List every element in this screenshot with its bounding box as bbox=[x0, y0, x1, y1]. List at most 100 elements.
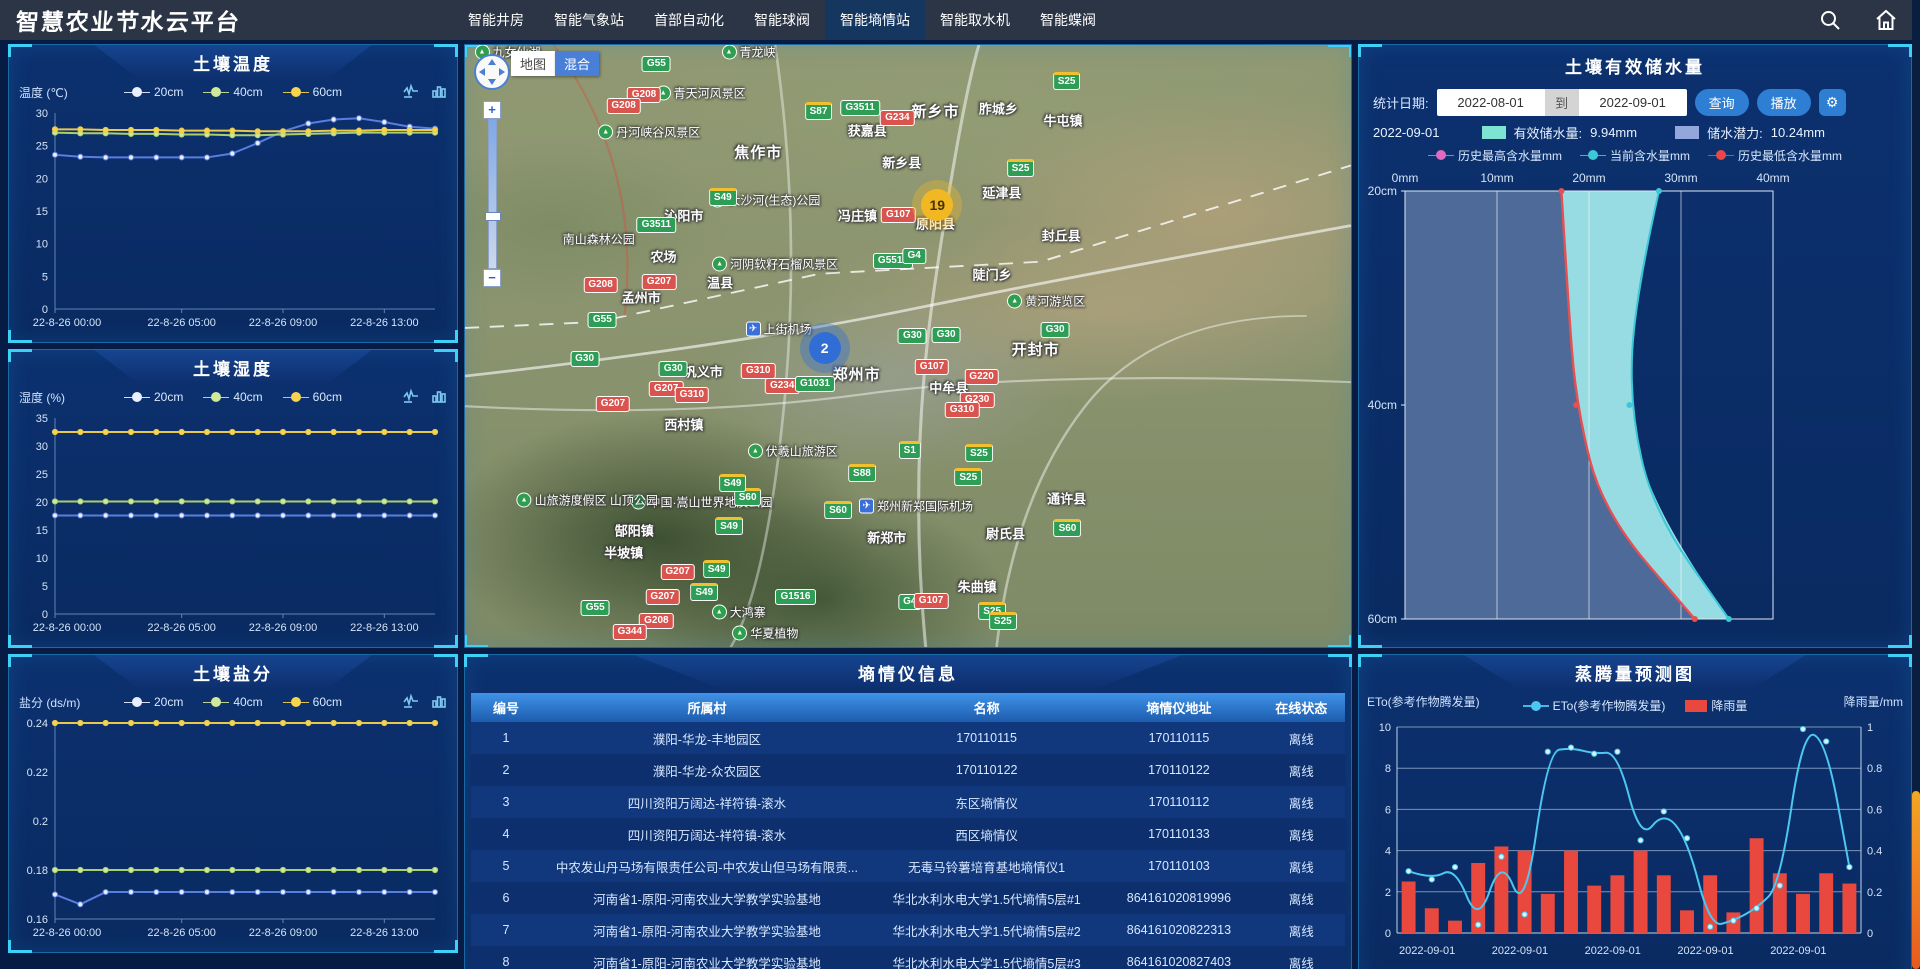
table-row[interactable]: 8河南省1-原阳-河南农业大学教学实验基地华北水利水电大学1.5代墒情5层#38… bbox=[471, 946, 1345, 969]
station-cluster-marker[interactable]: 19 bbox=[921, 189, 953, 221]
map-label: ▲青天河风景区 bbox=[656, 84, 746, 101]
airport-marker-icon[interactable]: ✈ bbox=[859, 498, 874, 513]
airport-marker-icon[interactable]: ✈ bbox=[746, 322, 761, 337]
play-button[interactable]: 播放 bbox=[1757, 89, 1811, 116]
svg-text:20: 20 bbox=[36, 497, 48, 509]
main-nav: 智能井房智能气象站首部自动化智能球阀智能墒情站智能取水机智能蝶阀 bbox=[453, 0, 1111, 40]
legend-item[interactable]: 历史最高含水量mm bbox=[1428, 147, 1562, 164]
legend-item[interactable]: ETo(参考作物腾发量) bbox=[1523, 697, 1666, 714]
soil-hum-title: 土壤湿度 bbox=[193, 355, 273, 380]
svg-text:0.16: 0.16 bbox=[27, 914, 48, 926]
legend-item[interactable]: 历史最低含水量mm bbox=[1708, 147, 1842, 164]
zoom-out-button[interactable]: − bbox=[483, 269, 501, 287]
scenic-marker-icon[interactable]: ▲ bbox=[748, 444, 763, 459]
query-button[interactable]: 查询 bbox=[1695, 89, 1749, 116]
bar-chart-icon[interactable] bbox=[431, 83, 447, 99]
nav-item-0[interactable]: 智能井房 bbox=[453, 0, 539, 40]
table-row[interactable]: 1濮阳-华龙-丰地园区170110115170110115离线 bbox=[471, 722, 1345, 754]
table-cell: 离线 bbox=[1258, 882, 1345, 914]
svg-text:35: 35 bbox=[36, 413, 48, 425]
table-row[interactable]: 7河南省1-原阳-河南农业大学教学实验基地华北水利水电大学1.5代墒情5层#28… bbox=[471, 914, 1345, 946]
map-label-text: 新乡市 bbox=[911, 100, 959, 121]
date-to-input[interactable] bbox=[1579, 89, 1687, 116]
map-label: 新乡市 bbox=[911, 100, 959, 121]
eto-chart: 10.80.60.40.2010864202022-09-012022-09-0… bbox=[1359, 713, 1911, 968]
legend-item[interactable]: 20cm bbox=[124, 695, 183, 709]
nav-item-1[interactable]: 智能气象站 bbox=[539, 0, 639, 40]
table-row[interactable]: 4四川资阳万阔达-祥符镇-滚水西区墒情仪170110133离线 bbox=[471, 818, 1345, 850]
search-icon[interactable] bbox=[1818, 8, 1842, 32]
eto-header: 蒸腾量预测图 bbox=[1464, 655, 1806, 689]
date-to-separator: 到 bbox=[1545, 89, 1579, 116]
nav-item-3[interactable]: 智能球阀 bbox=[739, 0, 825, 40]
settings-gear-button[interactable]: ⚙ bbox=[1819, 89, 1846, 116]
soil-temp-header: 土壤温度 bbox=[94, 45, 372, 79]
legend-item[interactable]: 20cm bbox=[124, 85, 183, 99]
legend-item[interactable]: 40cm bbox=[203, 390, 262, 404]
road-badge: G55 bbox=[642, 56, 671, 72]
zoom-in-button[interactable]: + bbox=[483, 101, 501, 119]
scenic-marker-icon[interactable]: ▲ bbox=[598, 124, 613, 139]
water-panel-controls: 统计日期: 到 查询 播放 ⚙ bbox=[1359, 85, 1911, 119]
road-badge: G208 bbox=[583, 277, 617, 293]
zoom-track[interactable] bbox=[488, 119, 497, 269]
nav-item-6[interactable]: 智能蝶阀 bbox=[1025, 0, 1111, 40]
table-row[interactable]: 3四川资阳万阔达-祥符镇-滚水东区墒情仪170110112离线 bbox=[471, 786, 1345, 818]
scenic-marker-icon[interactable]: ▲ bbox=[1007, 294, 1022, 309]
bar-chart-icon[interactable] bbox=[431, 388, 447, 404]
table-row[interactable]: 5中农发山丹马场有限责任公司-中农发山但马场有限责...无毒马铃薯培育基地墒情仪… bbox=[471, 850, 1345, 882]
scenic-marker-icon[interactable]: ▲ bbox=[517, 493, 532, 508]
map-panel[interactable]: 地图 混合 + − 焦作市新乡市郑州市开封市沁阳市获嘉县新乡县延津县牛屯镇胙城乡… bbox=[464, 44, 1352, 648]
station-cluster-marker[interactable]: 2 bbox=[809, 332, 841, 364]
svg-text:8: 8 bbox=[1385, 763, 1391, 775]
map-label-text: 新乡县 bbox=[882, 153, 921, 172]
water-panel: 土壤有效储水量 统计日期: 到 查询 播放 ⚙ 2022-09-01 有效储水量… bbox=[1358, 44, 1912, 648]
table-row[interactable]: 2濮阳-华龙-众农园区170110122170110122离线 bbox=[471, 754, 1345, 786]
page-scrollbar[interactable] bbox=[1912, 0, 1920, 969]
map-label-text: 郑州市 bbox=[833, 363, 881, 384]
table-cell: 河南省1-原阳-河南农业大学教学实验基地 bbox=[541, 882, 873, 914]
corner-accent bbox=[434, 654, 458, 667]
legend-item[interactable]: 60cm bbox=[283, 390, 342, 404]
legend-item[interactable]: 降雨量 bbox=[1685, 697, 1747, 714]
legend-item[interactable]: 60cm bbox=[283, 85, 342, 99]
legend-item[interactable]: 40cm bbox=[203, 85, 262, 99]
line-chart-icon[interactable] bbox=[403, 693, 419, 709]
map-mode-button[interactable]: 地图 bbox=[511, 51, 555, 76]
line-chart-icon[interactable] bbox=[403, 83, 419, 99]
table-cell: 2 bbox=[471, 754, 541, 786]
map-label-text: 半坡镇 bbox=[604, 542, 643, 561]
legend-item[interactable]: 40cm bbox=[203, 695, 262, 709]
line-chart-icon[interactable] bbox=[403, 388, 419, 404]
svg-text:0: 0 bbox=[1385, 928, 1391, 940]
svg-text:0: 0 bbox=[42, 609, 48, 621]
map-type-switch: 地图 混合 bbox=[511, 51, 599, 76]
map-label-text: 焦作市 bbox=[734, 142, 782, 163]
scrollbar-thumb[interactable] bbox=[1912, 791, 1920, 969]
map-label: 郜阳镇 bbox=[615, 520, 654, 539]
map-label-text: 大沙河(生态)公园 bbox=[728, 192, 820, 209]
road-badge: G208 bbox=[606, 98, 640, 114]
water-chart-legend: 历史最高含水量mm 当前含水量mm 历史最低含水量mm bbox=[1359, 145, 1911, 165]
legend-item[interactable]: 60cm bbox=[283, 695, 342, 709]
zoom-thumb[interactable] bbox=[485, 212, 501, 221]
table-row[interactable]: 6河南省1-原阳-河南农业大学教学实验基地华北水利水电大学1.5代墒情5层#18… bbox=[471, 882, 1345, 914]
date-from-input[interactable] bbox=[1437, 89, 1545, 116]
road-badge: G55 bbox=[581, 600, 610, 616]
map-compass[interactable] bbox=[473, 53, 511, 96]
scenic-marker-icon[interactable]: ▲ bbox=[712, 257, 727, 272]
scenic-marker-icon[interactable]: ▲ bbox=[732, 625, 747, 640]
map-label-text: 尉氏县 bbox=[986, 523, 1025, 542]
nav-item-5[interactable]: 智能取水机 bbox=[925, 0, 1025, 40]
nav-item-2[interactable]: 首部自动化 bbox=[639, 0, 739, 40]
nav-item-4[interactable]: 智能墒情站 bbox=[825, 0, 925, 40]
bar-chart-icon[interactable] bbox=[431, 693, 447, 709]
hybrid-mode-button[interactable]: 混合 bbox=[555, 51, 599, 76]
scenic-marker-icon[interactable]: ▲ bbox=[712, 605, 727, 620]
legend-item[interactable]: 当前含水量mm bbox=[1580, 147, 1690, 164]
station-table-title: 墒情仪信息 bbox=[858, 660, 958, 685]
legend-item[interactable]: 20cm bbox=[124, 390, 183, 404]
corner-accent bbox=[8, 44, 32, 57]
scenic-marker-icon[interactable]: ▲ bbox=[722, 45, 737, 60]
home-icon[interactable] bbox=[1874, 8, 1898, 32]
